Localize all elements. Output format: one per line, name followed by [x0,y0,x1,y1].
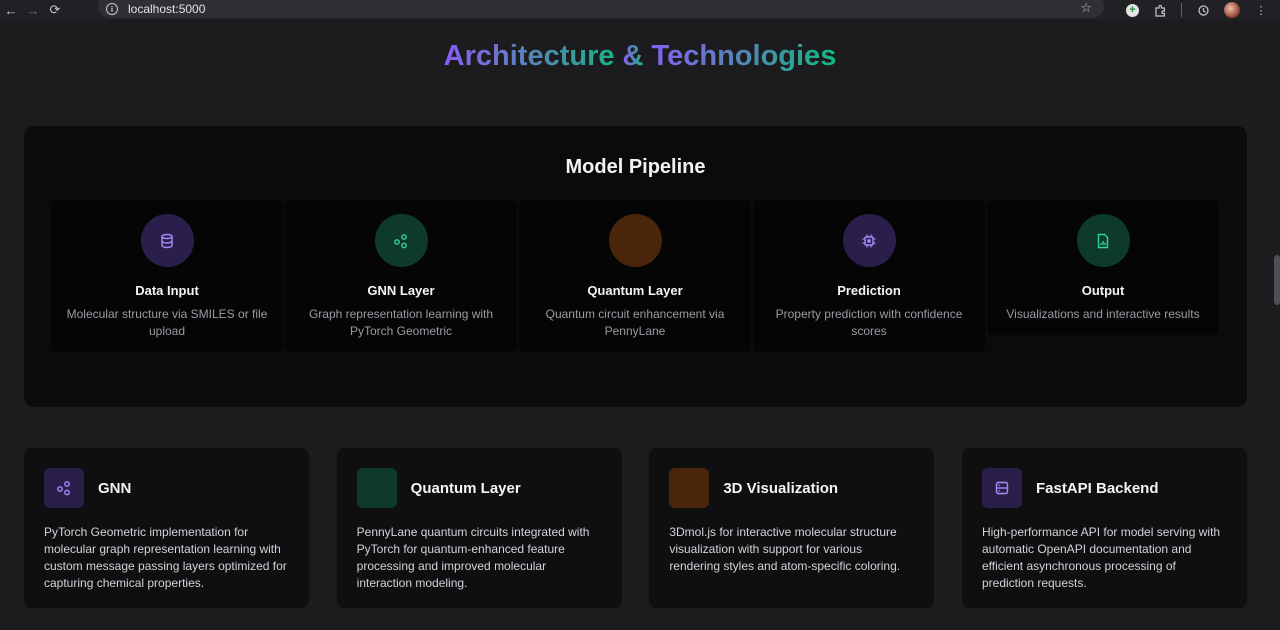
pipeline-step-quantum-layer: Quantum Layer Quantum circuit enhancemen… [519,200,751,352]
server-icon [981,468,1022,508]
technology-cards: GNN PyTorch Geometric implementation for… [24,448,1247,608]
bookmark-star-icon[interactable]: ☆ [1080,0,1092,16]
back-icon[interactable]: ← [0,0,22,20]
tech-card-gnn: GNN PyTorch Geometric implementation for… [24,448,309,608]
model-pipeline-panel: Model Pipeline Data Input Molecular stru… [24,126,1247,407]
extensions-area: + ⋮ [1126,0,1280,20]
add-extension-icon[interactable]: + [1126,3,1139,17]
step-name: Data Input [135,283,199,298]
tech-card-description: PyTorch Geometric implementation for mol… [44,525,287,590]
quantum-icon [356,468,397,508]
tech-card-description: High-performance API for model serving w… [981,525,1221,590]
step-description: Property prediction with confidence scor… [775,307,963,338]
tech-card-header: 3D Visualization [669,468,914,508]
step-name: Prediction [837,283,901,298]
sync-icon[interactable] [1196,3,1210,17]
step-description: Graph representation learning with PyTor… [308,307,494,338]
forward-icon[interactable]: → [22,0,44,20]
site-info-icon[interactable]: i [106,3,118,15]
tech-card-header: FastAPI Backend [981,468,1227,508]
pipeline-step-gnn-layer: GNN Layer Graph representation learning … [285,200,517,352]
pipeline-step-data-input: Data Input Molecular structure via SMILE… [51,200,283,352]
cube-icon [669,468,710,508]
chart-file-icon [1076,214,1130,267]
title-ampersand: & [622,40,644,72]
step-name: Quantum Layer [587,283,683,298]
tech-card-description: PennyLane quantum circuits integrated wi… [356,525,590,590]
pipeline-title: Model Pipeline [565,156,706,178]
section-title: Architecture & Technologies [0,40,1280,73]
toolbar-separator [1181,3,1182,17]
tech-card-title: 3D Visualization [723,479,839,497]
step-name: GNN Layer [367,283,435,298]
tech-card-header: GNN [44,468,289,508]
tech-card-description: 3Dmol.js for interactive molecular struc… [669,525,901,573]
tech-card-quantum-layer: Quantum Layer PennyLane quantum circuits… [336,448,622,608]
tech-card-title: GNN [98,479,132,497]
address-bar[interactable]: i localhost:5000 ☆ [98,0,1104,18]
browser-menu-icon[interactable]: ⋮ [1254,3,1268,17]
title-part-technologies: Technologies [643,40,837,72]
profile-avatar[interactable] [1224,2,1240,18]
tech-card-header: Quantum Layer [356,468,602,508]
browser-toolbar: ← → ⟳ i localhost:5000 ☆ + ⋮ [0,0,1280,20]
pipeline-step-output: Output Visualizations and interactive re… [987,200,1219,335]
step-description: Visualizations and interactive results [1006,307,1200,321]
tech-card-title: Quantum Layer [410,479,521,497]
cpu-icon [842,214,896,267]
step-name: Output [1081,283,1125,298]
tech-card-3d-visualization: 3D Visualization 3Dmol.js for interactiv… [649,448,935,608]
step-description: Quantum circuit enhancement via PennyLan… [545,307,725,338]
quantum-icon [608,214,662,267]
database-icon [140,214,194,267]
pipeline-steps: Data Input Molecular structure via SMILE… [51,200,1220,352]
graph-nodes-icon [374,214,428,267]
graph-nodes-icon [44,468,84,508]
puzzle-extension-icon[interactable] [1153,3,1167,17]
url-text[interactable]: localhost:5000 [128,2,205,16]
reload-icon[interactable]: ⟳ [44,0,66,20]
step-description: Molecular structure via SMILES or file u… [66,307,268,338]
tech-card-fastapi-backend: FastAPI Backend High-performance API for… [961,448,1247,608]
pipeline-step-prediction: Prediction Property prediction with conf… [753,200,985,352]
tech-card-title: FastAPI Backend [1035,479,1159,497]
title-part-architecture: Architecture [443,40,623,72]
scrollbar-thumb[interactable] [1274,255,1280,305]
